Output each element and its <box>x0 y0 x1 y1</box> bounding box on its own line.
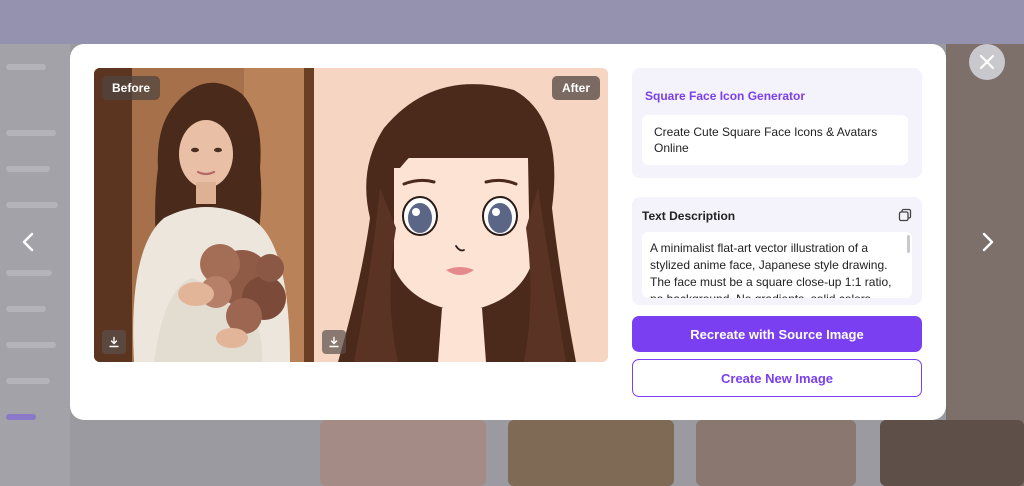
chevron-left-icon <box>22 232 34 252</box>
next-button[interactable] <box>976 226 1000 258</box>
tool-info-card: Square Face Icon Generator Create Cute S… <box>632 68 922 178</box>
before-after-comparison: Before After <box>94 68 608 362</box>
copy-icon[interactable] <box>898 208 912 222</box>
description-scrollbar[interactable] <box>907 235 910 253</box>
background-sidebar <box>0 44 70 486</box>
after-image: After <box>314 68 608 362</box>
before-label: Before <box>102 76 161 100</box>
previous-button[interactable] <box>16 226 40 258</box>
tool-subtitle: Create Cute Square Face Icons & Avatars … <box>642 115 908 165</box>
preview-modal: Before After Square Face Icon Generator … <box>70 44 946 420</box>
tool-name-link[interactable]: Square Face Icon Generator <box>645 89 805 103</box>
after-label: After <box>551 76 600 100</box>
chevron-right-icon <box>982 232 994 252</box>
download-after-button[interactable] <box>322 330 346 354</box>
background-thumbnails <box>320 420 1024 486</box>
description-label: Text Description <box>642 209 736 223</box>
close-icon <box>979 54 995 70</box>
download-before-button[interactable] <box>102 330 126 354</box>
download-icon <box>329 336 339 348</box>
close-button[interactable] <box>969 44 1005 80</box>
recreate-with-source-button[interactable]: Recreate with Source Image <box>632 316 922 352</box>
text-description-card: Text Description A minimalist flat-art v… <box>632 197 922 305</box>
download-icon <box>109 336 119 348</box>
background-header <box>0 0 1024 44</box>
before-image: Before <box>94 68 314 362</box>
description-text[interactable]: A minimalist flat-art vector illustratio… <box>642 232 912 298</box>
create-new-image-button[interactable]: Create New Image <box>632 359 922 397</box>
